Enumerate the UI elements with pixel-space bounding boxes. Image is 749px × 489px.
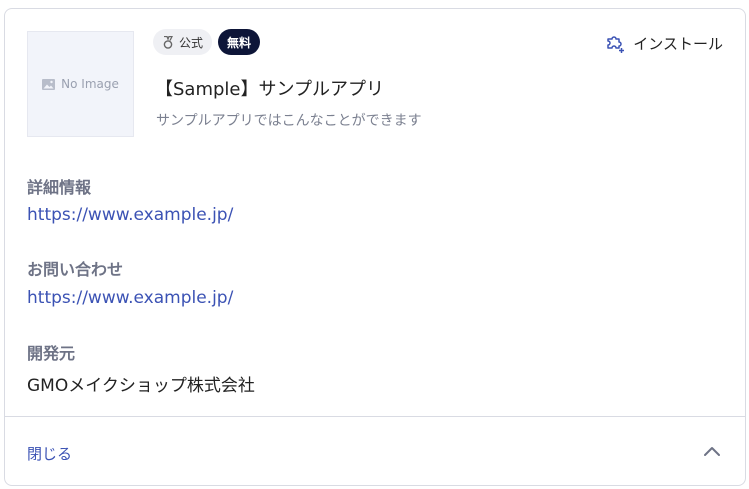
detail-info-label: 詳細情報	[27, 178, 92, 197]
developer-value: GMOメイクショップ株式会社	[27, 376, 255, 396]
app-description: サンプルアプリではこんなことができます	[156, 113, 422, 129]
close-button[interactable]: 閉じる	[27, 443, 72, 464]
free-badge: 無料	[218, 29, 261, 55]
official-badge-label: 公式	[179, 35, 204, 50]
footer-divider	[5, 416, 745, 417]
detail-info-link[interactable]: https://www.example.jp/	[27, 205, 233, 225]
puzzle-plus-icon	[607, 35, 625, 53]
install-label: インストール	[633, 35, 723, 53]
image-icon	[42, 78, 56, 90]
developer-label: 開発元	[27, 344, 76, 363]
medal-icon	[163, 35, 173, 49]
app-thumbnail: No Image	[27, 31, 134, 137]
free-badge-label: 無料	[227, 35, 252, 50]
app-detail-card: No Image 公式 無料 インストール 【Sample】サンプルアプリ サン…	[4, 8, 746, 486]
chevron-up-icon[interactable]	[703, 445, 721, 457]
contact-link[interactable]: https://www.example.jp/	[27, 288, 233, 308]
app-name: 【Sample】サンプルアプリ	[155, 79, 384, 100]
official-badge: 公式	[153, 29, 213, 55]
install-button[interactable]: インストール	[605, 33, 723, 54]
badge-group: 公式 無料	[153, 29, 261, 55]
contact-label: お問い合わせ	[27, 260, 124, 279]
no-image-label: No Image	[61, 77, 119, 91]
